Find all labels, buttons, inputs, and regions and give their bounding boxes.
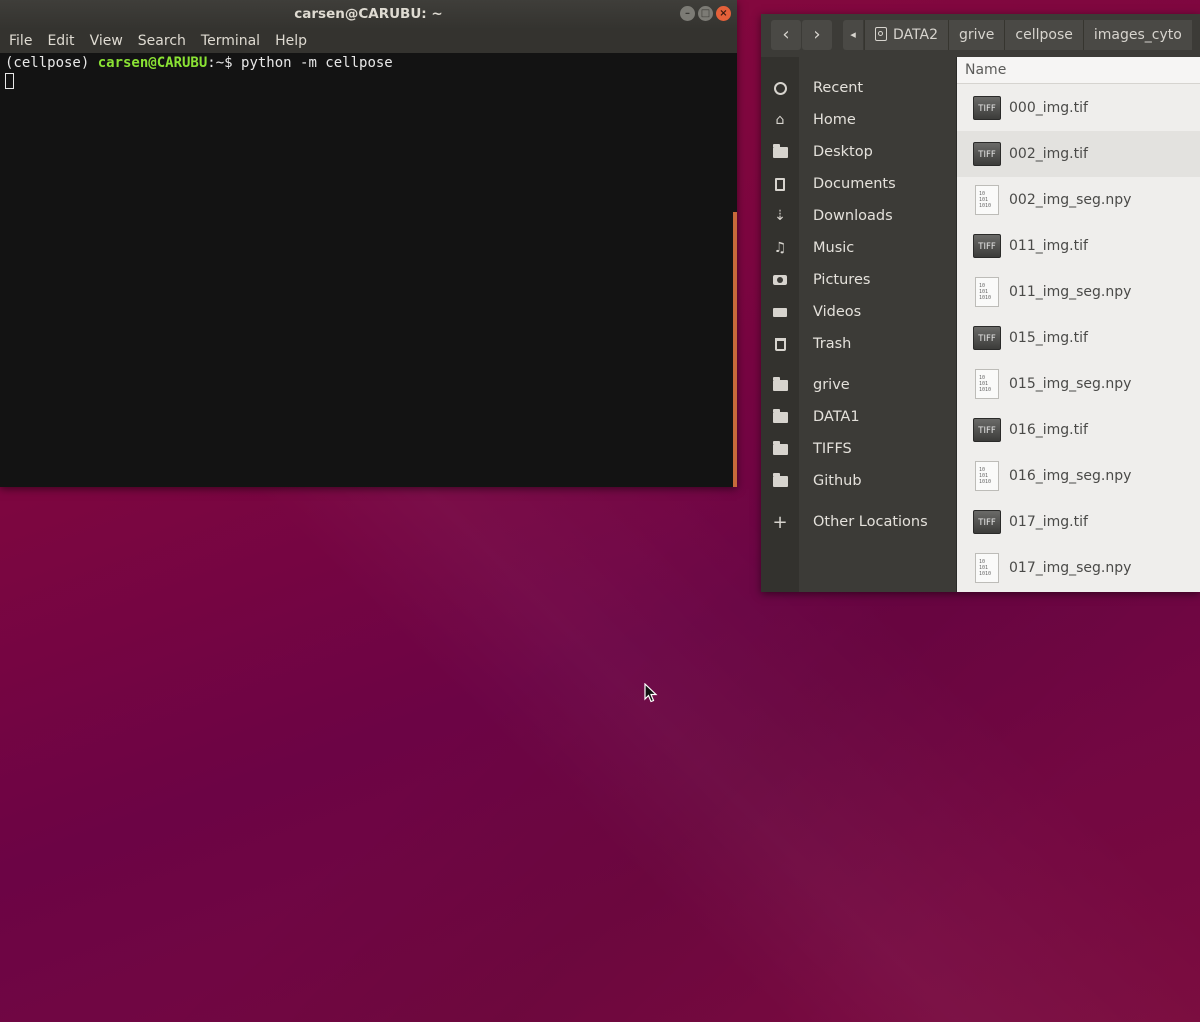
breadcrumb-images-cyto[interactable]: images_cyto [1082,20,1192,50]
terminal-output[interactable]: (cellpose) carsen@CARUBU:~$ python -m ce… [0,53,733,487]
terminal-window[interactable]: carsen@CARUBU: ~ – □ × File Edit View Se… [0,0,737,487]
sidebar-item-grive[interactable]: grive [761,369,956,401]
breadcrumb-grive[interactable]: grive [947,20,1005,50]
sidebar-item-pictures[interactable]: Pictures [761,264,956,296]
menu-edit[interactable]: Edit [38,33,80,49]
binary-file-icon: 10 101 1010 [975,553,999,583]
tiff-file-icon: TIFF [973,510,1001,534]
binary-file-icon: 10 101 1010 [975,461,999,491]
file-name: 016_img_seg.npy [1009,468,1132,484]
sidebar-item-github[interactable]: Github [761,465,956,497]
terminal-command: python -m cellpose [241,55,393,71]
sidebar-item-home[interactable]: ⌂ Home [761,104,956,136]
file-name: 016_img.tif [1009,422,1088,438]
conda-env: (cellpose) [5,55,98,71]
list-item[interactable]: 10 101 1010 015_img_seg.npy [957,361,1200,407]
sidebar-item-other-locations[interactable]: + Other Locations [761,506,956,538]
terminal-prompt-line: (cellpose) carsen@CARUBU:~$ python -m ce… [5,55,393,71]
sidebar-item-videos[interactable]: Videos [761,296,956,328]
sidebar-item-desktop[interactable]: Desktop [761,136,956,168]
terminal-scrollbar[interactable] [733,212,737,487]
forward-button[interactable]: › [802,20,832,50]
breadcrumb: DATA2 grive cellpose images_cyto [864,20,1192,50]
menu-search[interactable]: Search [129,33,192,49]
places-sidebar: Recent ⌂ Home Desktop Documents ⇣ Downlo… [761,57,956,592]
prompt-path: :~$ [207,55,242,71]
plus-icon: + [772,511,788,533]
menu-help[interactable]: Help [266,33,313,49]
folder-icon [761,143,799,160]
terminal-cursor [5,73,14,89]
breadcrumb-cellpose[interactable]: cellpose [1004,20,1083,50]
tiff-file-icon: TIFF [973,142,1001,166]
binary-file-icon: 10 101 1010 [975,185,999,215]
menu-terminal[interactable]: Terminal [192,33,266,49]
file-list[interactable]: Name TIFF 000_img.tif TIFF 002_img.tif 1… [957,57,1200,592]
file-manager-headerbar: ‹ › ◂ DATA2 grive cellpose images_cyto [761,14,1200,57]
tiff-file-icon: TIFF [973,234,1001,258]
download-icon: ⇣ [774,208,786,224]
back-button[interactable]: ‹ [771,20,801,50]
folder-icon [761,440,799,457]
file-name: 002_img_seg.npy [1009,192,1132,208]
list-item-selected[interactable]: TIFF 002_img.tif [957,131,1200,177]
breadcrumb-scroll-left-button[interactable]: ◂ [843,20,863,50]
terminal-titlebar[interactable]: carsen@CARUBU: ~ – □ × [0,0,737,29]
list-item[interactable]: TIFF 016_img.tif [957,407,1200,453]
tiff-file-icon: TIFF [973,96,1001,120]
music-icon: ♫ [773,240,787,256]
file-name: 011_img.tif [1009,238,1088,254]
file-name: 002_img.tif [1009,146,1088,162]
list-item[interactable]: TIFF 015_img.tif [957,315,1200,361]
folder-icon [761,408,799,425]
list-item[interactable]: TIFF 011_img.tif [957,223,1200,269]
sidebar-item-music[interactable]: ♫ Music [761,232,956,264]
breadcrumb-data2[interactable]: DATA2 [864,20,948,50]
binary-file-icon: 10 101 1010 [975,277,999,307]
list-item[interactable]: 10 101 1010 011_img_seg.npy [957,269,1200,315]
terminal-title: carsen@CARUBU: ~ [294,6,443,22]
minimize-icon[interactable]: – [680,6,695,21]
list-item[interactable]: 10 101 1010 017_img_seg.npy [957,545,1200,591]
sidebar-item-downloads[interactable]: ⇣ Downloads [761,200,956,232]
close-icon[interactable]: × [716,6,731,21]
list-item[interactable]: 10 101 1010 016_img_seg.npy [957,453,1200,499]
file-name: 015_img_seg.npy [1009,376,1132,392]
home-icon: ⌂ [775,112,785,128]
sidebar-item-recent[interactable]: Recent [761,72,956,104]
sidebar-item-data1[interactable]: DATA1 [761,401,956,433]
tiff-file-icon: TIFF [973,418,1001,442]
video-icon [761,304,799,320]
window-controls: – □ × [680,6,731,21]
menu-file[interactable]: File [0,33,38,49]
column-header-name[interactable]: Name [957,57,1200,84]
trash-icon [761,336,799,352]
prompt-user-host: carsen@CARUBU [97,55,208,71]
file-name: 017_img.tif [1009,514,1088,530]
menu-view[interactable]: View [81,33,129,49]
list-item[interactable]: TIFF 000_img.tif [957,85,1200,131]
list-item[interactable]: TIFF 017_img.tif [957,499,1200,545]
terminal-menubar: File Edit View Search Terminal Help [0,29,737,53]
sidebar-item-trash[interactable]: Trash [761,328,956,360]
file-manager-window[interactable]: ‹ › ◂ DATA2 grive cellpose images_cyto R… [761,14,1200,592]
sidebar-item-tiffs[interactable]: TIFFS [761,433,956,465]
sidebar-item-documents[interactable]: Documents [761,168,956,200]
list-item[interactable]: 10 101 1010 002_img_seg.npy [957,177,1200,223]
mouse-pointer-icon [644,683,658,703]
folder-icon [761,376,799,393]
file-name: 017_img_seg.npy [1009,560,1132,576]
binary-file-icon: 10 101 1010 [975,369,999,399]
maximize-icon[interactable]: □ [698,6,713,21]
document-icon [761,176,799,192]
file-name: 015_img.tif [1009,330,1088,346]
drive-icon [875,27,887,41]
folder-icon [761,472,799,489]
clock-icon [761,80,799,96]
file-name: 000_img.tif [1009,100,1088,116]
camera-icon [761,272,799,288]
file-name: 011_img_seg.npy [1009,284,1132,300]
tiff-file-icon: TIFF [973,326,1001,350]
